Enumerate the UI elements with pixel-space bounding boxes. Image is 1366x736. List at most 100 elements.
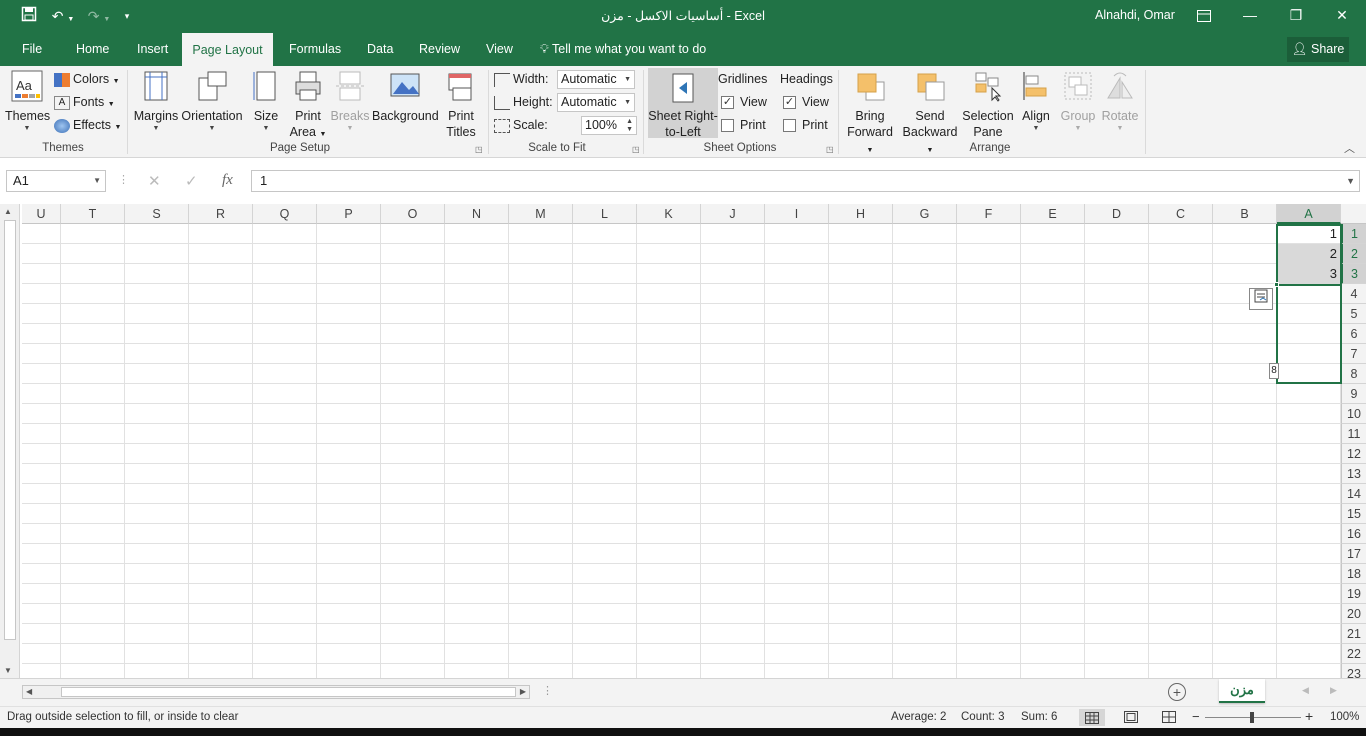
row-header-16[interactable]: 16 <box>1341 524 1366 544</box>
new-sheet-icon[interactable]: + <box>1168 683 1186 701</box>
tab-view[interactable]: View <box>484 33 515 66</box>
page-setup-launcher-icon[interactable]: ◳ <box>475 145 483 154</box>
minimize-icon[interactable]: — <box>1227 0 1273 33</box>
collapse-ribbon-icon[interactable]: ︿ <box>1344 140 1355 156</box>
row-header-10[interactable]: 10 <box>1341 404 1366 424</box>
height-select[interactable]: Automatic ▼ <box>557 93 635 112</box>
scroll-right-icon[interactable]: ▶ <box>520 686 526 698</box>
column-header-s[interactable]: S <box>125 204 189 224</box>
row-header-3[interactable]: 3 <box>1341 264 1366 284</box>
rotate-button[interactable]: Rotate ▼ <box>1100 70 1140 134</box>
sheet-right-to-left-button[interactable]: Sheet Right-to-Left <box>648 68 718 139</box>
selection-pane-button[interactable]: Selection Pane <box>962 70 1014 140</box>
margins-button[interactable]: Margins ▼ <box>132 70 180 134</box>
scroll-thumb[interactable] <box>4 220 16 640</box>
scroll-left-icon[interactable]: ◀ <box>26 686 32 698</box>
column-header-l[interactable]: L <box>573 204 637 224</box>
page-layout-view-icon[interactable] <box>1124 711 1138 726</box>
fill-handle[interactable] <box>1274 282 1279 287</box>
row-header-2[interactable]: 2 <box>1341 244 1366 264</box>
row-header-1[interactable]: 1 <box>1341 224 1366 244</box>
spinner-icon[interactable]: ▲ ▼ <box>626 118 633 134</box>
row-header-12[interactable]: 12 <box>1341 444 1366 464</box>
row-header-18[interactable]: 18 <box>1341 564 1366 584</box>
zoom-level[interactable]: 100% <box>1330 711 1359 723</box>
status-sum[interactable]: Sum: 6 <box>1021 711 1057 723</box>
row-header-7[interactable]: 7 <box>1341 344 1366 364</box>
column-header-j[interactable]: J <box>701 204 765 224</box>
row-header-17[interactable]: 17 <box>1341 544 1366 564</box>
gridlines-print-checkbox[interactable]: Print <box>721 115 766 135</box>
column-header-r[interactable]: R <box>189 204 253 224</box>
prev-sheet-icon[interactable]: ◀ <box>1302 685 1309 696</box>
expand-formula-icon[interactable]: ▼ <box>1346 171 1355 191</box>
print-titles-button[interactable]: Print Titles <box>442 70 480 140</box>
row-header-19[interactable]: 19 <box>1341 584 1366 604</box>
vertical-scrollbar[interactable]: ▲ ▼ <box>0 204 20 678</box>
colors-button[interactable]: Colors ▼ <box>54 69 120 89</box>
column-header-g[interactable]: G <box>893 204 957 224</box>
scroll-down-icon[interactable]: ▼ <box>4 666 12 675</box>
tab-file[interactable]: File <box>20 33 44 66</box>
zoom-slider-thumb[interactable] <box>1250 712 1254 723</box>
column-header-n[interactable]: N <box>445 204 509 224</box>
hscroll-thumb[interactable] <box>61 687 516 697</box>
zoom-out-icon[interactable]: − <box>1192 709 1200 724</box>
tab-data[interactable]: Data <box>365 33 395 66</box>
fonts-button[interactable]: A Fonts ▼ <box>54 92 115 112</box>
quick-analysis-icon[interactable] <box>1249 288 1273 310</box>
tab-page-layout[interactable]: Page Layout <box>182 33 273 67</box>
tab-insert[interactable]: Insert <box>135 33 170 66</box>
row-header-15[interactable]: 15 <box>1341 504 1366 524</box>
row-header-9[interactable]: 9 <box>1341 384 1366 404</box>
column-header-u[interactable]: U <box>22 204 61 224</box>
worksheet-grid[interactable]: ▲ ▼ UTSRQPONMLKJIHGFEDCBA 1 2 3 4 5 6 7 8 9 10 11 1… <box>0 204 1366 678</box>
align-button[interactable]: Align ▼ <box>1018 70 1054 134</box>
column-header-t[interactable]: T <box>61 204 125 224</box>
select-all-corner[interactable] <box>1341 204 1366 224</box>
row-header-8[interactable]: 8 <box>1341 364 1366 384</box>
scale-launcher-icon[interactable]: ◳ <box>632 145 640 154</box>
page-break-view-icon[interactable] <box>1162 711 1176 726</box>
headings-view-checkbox[interactable]: ✓ View <box>783 92 829 112</box>
orientation-button[interactable]: Orientation ▼ <box>181 70 243 134</box>
column-header-d[interactable]: D <box>1085 204 1149 224</box>
row-header-23[interactable]: 23 <box>1341 664 1366 678</box>
row-header-21[interactable]: 21 <box>1341 624 1366 644</box>
share-button[interactable]: 👤︎ Share <box>1287 37 1349 62</box>
column-header-a[interactable]: A <box>1277 204 1341 224</box>
insert-function-icon[interactable]: fx <box>222 172 233 189</box>
column-header-m[interactable]: M <box>509 204 573 224</box>
enter-icon[interactable]: ✓ <box>185 172 198 190</box>
split-grip-icon[interactable]: ⋮ <box>542 684 553 697</box>
breaks-button[interactable]: Breaks ▼ <box>330 70 370 134</box>
normal-view-icon[interactable] <box>1079 709 1105 726</box>
sheet-tab[interactable]: مزن <box>1219 679 1265 703</box>
column-header-c[interactable]: C <box>1149 204 1213 224</box>
column-header-e[interactable]: E <box>1021 204 1085 224</box>
column-header-o[interactable]: O <box>381 204 445 224</box>
tab-formulas[interactable]: Formulas <box>287 33 343 66</box>
row-header-20[interactable]: 20 <box>1341 604 1366 624</box>
row-header-5[interactable]: 5 <box>1341 304 1366 324</box>
sheet-options-launcher-icon[interactable]: ◳ <box>826 145 834 154</box>
tab-review[interactable]: Review <box>417 33 462 66</box>
print-area-button[interactable]: Print Area ▼ <box>288 70 328 143</box>
status-average[interactable]: Average: 2 <box>891 711 946 723</box>
column-header-b[interactable]: B <box>1213 204 1277 224</box>
size-button[interactable]: Size ▼ <box>250 70 282 134</box>
status-count[interactable]: Count: 3 <box>961 711 1004 723</box>
themes-button[interactable]: Aa Themes ▼ <box>5 70 50 134</box>
formula-input[interactable]: 1 ▼ <box>251 170 1360 192</box>
zoom-in-icon[interactable]: + <box>1305 708 1313 724</box>
column-header-p[interactable]: P <box>317 204 381 224</box>
width-select[interactable]: Automatic ▼ <box>557 70 635 89</box>
row-header-6[interactable]: 6 <box>1341 324 1366 344</box>
cancel-icon[interactable]: ✕ <box>148 172 161 190</box>
bring-forward-button[interactable]: Bring Forward ▼ <box>842 70 898 159</box>
horizontal-scrollbar[interactable]: ◀ ▶ <box>22 685 530 699</box>
headings-print-checkbox[interactable]: Print <box>783 115 828 135</box>
close-icon[interactable]: ✕ <box>1319 0 1365 33</box>
tell-me-box[interactable]: 💡︎ Tell me what you want to do <box>540 33 706 66</box>
scroll-up-icon[interactable]: ▲ <box>4 207 12 216</box>
